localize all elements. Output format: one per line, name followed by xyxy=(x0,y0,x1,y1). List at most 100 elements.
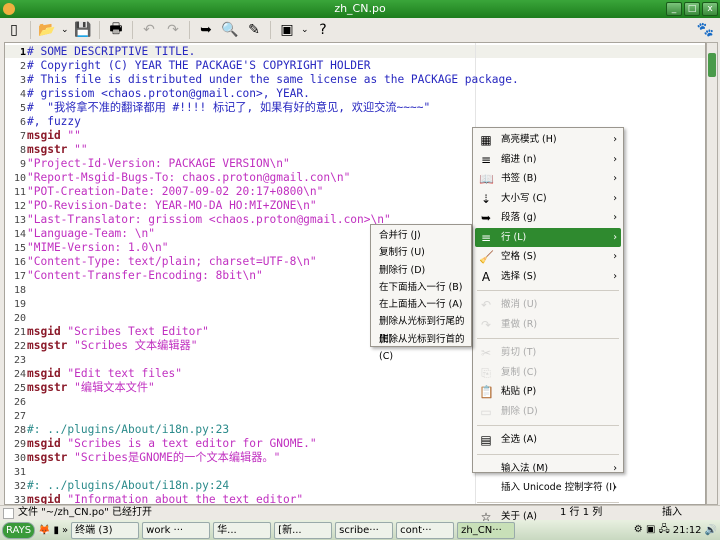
submenu-arrow-icon: › xyxy=(613,270,617,282)
code-line[interactable]: 4# grissiom <chaos.proton@gmail.con>, YE… xyxy=(5,87,519,101)
line-number: 15 xyxy=(13,243,26,254)
code-line[interactable]: 6#, fuzzy xyxy=(5,115,519,129)
menu-item[interactable]: ▭ 删除 (D) xyxy=(475,402,621,422)
code-token: msgstr xyxy=(27,143,68,156)
replace-button[interactable]: ✎ xyxy=(244,20,264,40)
code-line[interactable]: 23 xyxy=(5,353,519,367)
code-line[interactable]: 11"POT-Creation-Date: 2007-09-02 20:17+0… xyxy=(5,185,519,199)
launcher-icon[interactable]: ▮ xyxy=(54,525,60,536)
code-line[interactable]: 2# Copyright (C) YEAR THE PACKAGE'S COPY… xyxy=(5,59,519,73)
menu-item[interactable]: ✂ 剪切 (T) xyxy=(475,343,621,363)
separator xyxy=(270,21,271,39)
taskbar-window-button[interactable]: 终端 (3) xyxy=(71,521,140,539)
close-button[interactable]: x xyxy=(702,2,718,16)
minimize-button[interactable]: _ xyxy=(666,2,682,16)
code-line[interactable]: 26 xyxy=(5,395,519,409)
code-token: msgid xyxy=(27,325,61,338)
menu-item[interactable]: ≡ 行 (L) › xyxy=(475,227,621,247)
new-file-icon: ▯ xyxy=(10,22,18,38)
menu-item-label: 删除 (D) xyxy=(501,405,538,417)
redo-button[interactable]: ↷ xyxy=(163,20,183,40)
code-line[interactable]: 28#: ../plugins/About/i18n.py:23 xyxy=(5,423,519,437)
code-line[interactable]: 9"Project-Id-Version: PACKAGE VERSION\n" xyxy=(5,157,519,171)
menu-item[interactable]: ▤ 全选 (A) xyxy=(475,430,621,450)
insert-mode[interactable]: 插入 xyxy=(662,506,682,520)
menu-item[interactable]: 📋 粘贴 (P) xyxy=(475,382,621,402)
submenu-item[interactable]: 复制行 (U) xyxy=(373,244,469,261)
code-token: msgid xyxy=(27,129,61,142)
goto-button[interactable]: ➥ xyxy=(196,20,216,40)
volume-icon[interactable]: 🔊 xyxy=(705,525,720,536)
menu-item[interactable]: ☆ 关于 (A) xyxy=(475,507,621,527)
vertical-scrollbar[interactable] xyxy=(706,42,718,505)
line-number: 20 xyxy=(13,313,26,324)
code-line[interactable]: 5# "我将拿不准的翻译都用 #!!!! 标记了, 如果有好的意见, 欢迎交流~… xyxy=(5,101,519,115)
preferences-button[interactable]: ▣ xyxy=(277,20,297,40)
menu-item[interactable]: ⇣ 大小写 (C) › xyxy=(475,189,621,209)
firefox-launcher-icon[interactable]: 🦊 xyxy=(38,525,50,536)
submenu-item[interactable]: 在上面插入一行 (A) xyxy=(373,296,469,313)
app-icon[interactable] xyxy=(3,3,15,15)
menu-item[interactable]: ⎘ 复制 (C) xyxy=(475,363,621,383)
open-folder-button[interactable]: 📂 xyxy=(37,20,57,40)
code-line[interactable]: 1# SOME DESCRIPTIVE TITLE. xyxy=(5,45,519,59)
help-icon: ? xyxy=(319,22,327,38)
menu-item[interactable]: ↷ 重做 (R) xyxy=(475,315,621,335)
line-number: 33 xyxy=(13,495,26,505)
print-button[interactable]: 🖶 xyxy=(106,20,126,40)
submenu-item[interactable]: 删除从光标到行首的 (C) xyxy=(373,331,469,362)
code-line[interactable]: 12"PO-Revision-Date: YEAR-MO-DA HO:MI+ZO… xyxy=(5,199,519,213)
help-button[interactable]: ? xyxy=(313,20,333,40)
menu-item[interactable]: 插入 Unicode 控制字符 (I) › xyxy=(475,478,621,498)
code-line[interactable]: 3# This file is distributed under the sa… xyxy=(5,73,519,87)
code-line[interactable]: 32#: ../plugins/About/i18n.py:24 xyxy=(5,479,519,493)
code-line[interactable]: 33msgid "Information about the text edit… xyxy=(5,493,519,505)
menu-item-label: 撤消 (U) xyxy=(501,299,538,310)
menu-item[interactable]: ➥ 段落 (g) › xyxy=(475,208,621,228)
menu-item-label: 缩进 (n) xyxy=(501,153,537,165)
taskbar-window-button[interactable]: work ··· xyxy=(142,521,211,539)
save-button[interactable]: 💾 xyxy=(73,20,93,40)
menu-item[interactable]: ↶ 撤消 (U) xyxy=(475,295,621,315)
code-token: "MIME-Version: 1.0\n" xyxy=(27,241,169,254)
launcher-icon[interactable]: » xyxy=(62,525,68,536)
taskbar-window-button[interactable]: cont··· xyxy=(396,521,455,539)
start-button[interactable]: RAYS xyxy=(2,521,36,539)
taskbar-window-button[interactable]: scribe··· xyxy=(335,521,394,539)
code-line[interactable]: 25msgstr "编辑文本文件" xyxy=(5,381,519,395)
code-line[interactable]: 24msgid "Edit text files" xyxy=(5,367,519,381)
paste-icon: 📋 xyxy=(479,385,494,399)
code-line[interactable]: 10"Report-Msgid-Bugs-To: chaos.proton@gm… xyxy=(5,171,519,185)
separator xyxy=(99,21,100,39)
menu-item[interactable]: 📖 书签 (B) › xyxy=(475,169,621,189)
submenu-item[interactable]: 合并行 (J) xyxy=(373,227,469,244)
taskbar-window-button[interactable]: [新... xyxy=(274,521,333,539)
chevron-down-icon[interactable]: ⌄ xyxy=(61,25,69,35)
tray-icons[interactable]: ⚙ ▣ 🖧 xyxy=(634,522,670,539)
menu-item[interactable]: ▦ 高亮模式 (H) › xyxy=(475,130,621,150)
taskbar-window-button[interactable]: 华... xyxy=(213,521,272,539)
submenu-item[interactable]: 删除行 (D) xyxy=(373,262,469,279)
find-button[interactable]: 🔍 xyxy=(220,20,240,40)
menu-item[interactable]: 输入法 (M) › xyxy=(475,459,621,479)
new-file-button[interactable]: ▯ xyxy=(4,20,24,40)
scrollbar-thumb[interactable] xyxy=(708,53,716,77)
undo-button[interactable]: ↶ xyxy=(139,20,159,40)
code-line[interactable]: 7msgid "" xyxy=(5,129,519,143)
submenu-item[interactable]: 在下面插入一行 (B) xyxy=(373,279,469,296)
code-token: #: ../plugins/About/i18n.py:24 xyxy=(27,479,230,492)
code-line[interactable]: 30msgstr "Scribes是GNOME的一个文本编辑器。" xyxy=(5,451,519,465)
code-line[interactable]: 29msgid "Scribes is a text editor for GN… xyxy=(5,437,519,451)
clock[interactable]: 21:12 xyxy=(673,525,702,536)
menu-item[interactable]: ≡ 缩进 (n) › xyxy=(475,150,621,170)
menu-item-label: 复制 (C) xyxy=(501,366,538,378)
submenu-item[interactable]: 删除从光标到行尾的 (E) xyxy=(373,313,469,344)
chevron-down-icon[interactable]: ⌄ xyxy=(301,25,309,35)
menu-item[interactable]: A 选择 (S) › xyxy=(475,267,621,287)
code-line[interactable]: 8msgstr "" xyxy=(5,143,519,157)
code-line[interactable]: 27 xyxy=(5,409,519,423)
maximize-button[interactable]: □ xyxy=(684,2,700,16)
menu-item[interactable]: 🧹 空格 (S) › xyxy=(475,247,621,267)
menu-item-label: 全选 (A) xyxy=(501,434,537,445)
code-line[interactable]: 31 xyxy=(5,465,519,479)
